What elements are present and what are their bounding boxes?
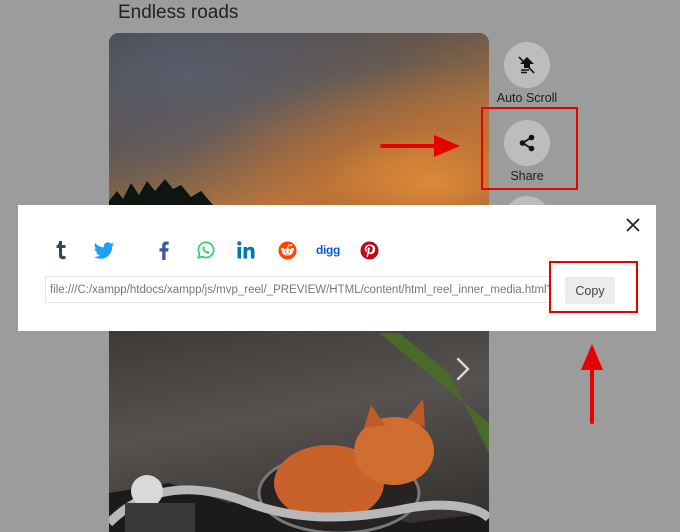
- auto-scroll-label: Auto Scroll: [496, 91, 558, 105]
- digg-icon-text: digg: [315, 243, 341, 257]
- facebook-icon[interactable]: [157, 238, 171, 262]
- digg-icon[interactable]: digg: [315, 238, 341, 262]
- auto-scroll-icon[interactable]: [504, 42, 550, 88]
- close-icon[interactable]: [624, 216, 642, 234]
- share-url-field[interactable]: [45, 276, 550, 303]
- share-highlight-box: [481, 107, 578, 190]
- reddit-icon[interactable]: [277, 238, 297, 262]
- pinterest-icon[interactable]: [359, 238, 379, 262]
- page-title: Endless roads: [118, 2, 239, 23]
- next-media-arrow[interactable]: [452, 356, 474, 382]
- arrow-right-annotation: [380, 135, 460, 157]
- linkedin-icon[interactable]: [236, 238, 256, 262]
- copy-highlight-box: [549, 261, 638, 313]
- twitter-icon[interactable]: [93, 238, 115, 262]
- whatsapp-icon[interactable]: [195, 238, 217, 262]
- tumblr-icon[interactable]: [53, 238, 69, 262]
- auto-scroll-button[interactable]: Auto Scroll: [492, 42, 562, 105]
- arrow-up-annotation: [581, 344, 603, 424]
- media-image-cat-bike: [109, 333, 489, 532]
